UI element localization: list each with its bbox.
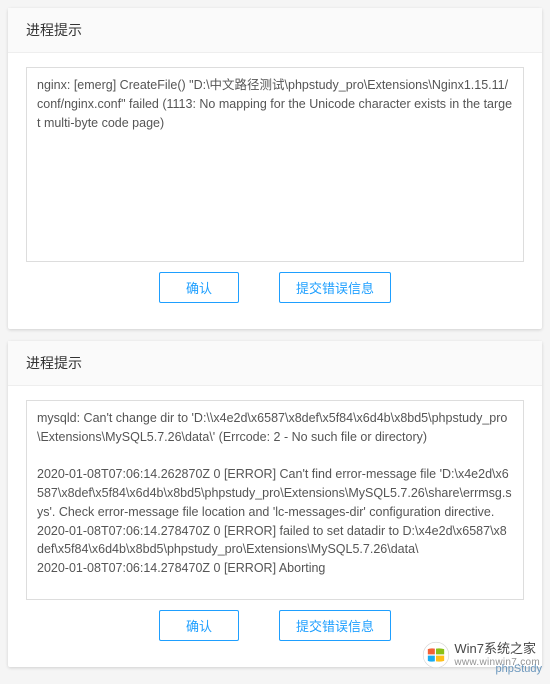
watermark: Win7系统之家 www.winwin7.com phpStudy [422, 641, 540, 669]
button-row: 确认 提交错误信息 [26, 262, 524, 317]
process-dialog-1: 进程提示 确认 提交错误信息 [8, 8, 542, 329]
log-wrapper [26, 67, 524, 262]
log-wrapper [26, 400, 524, 600]
error-log-textarea[interactable] [27, 68, 523, 258]
dialog-body: 确认 提交错误信息 [8, 386, 542, 667]
watermark-phpstudy: phpStudy [496, 663, 542, 675]
windows-logo-icon [422, 641, 450, 669]
dialog-title: 进程提示 [8, 341, 542, 386]
dialog-body: 确认 提交错误信息 [8, 53, 542, 329]
confirm-button[interactable]: 确认 [159, 272, 239, 303]
confirm-button[interactable]: 确认 [159, 610, 239, 641]
dialog-title: 进程提示 [8, 8, 542, 53]
watermark-text: Win7系统之家 www.winwin7.com phpStudy [454, 642, 540, 667]
watermark-brand: Win7系统之家 [454, 642, 540, 656]
error-log-textarea[interactable] [27, 401, 523, 596]
process-dialog-2: 进程提示 确认 提交错误信息 [8, 341, 542, 667]
submit-error-button[interactable]: 提交错误信息 [279, 610, 391, 641]
submit-error-button[interactable]: 提交错误信息 [279, 272, 391, 303]
